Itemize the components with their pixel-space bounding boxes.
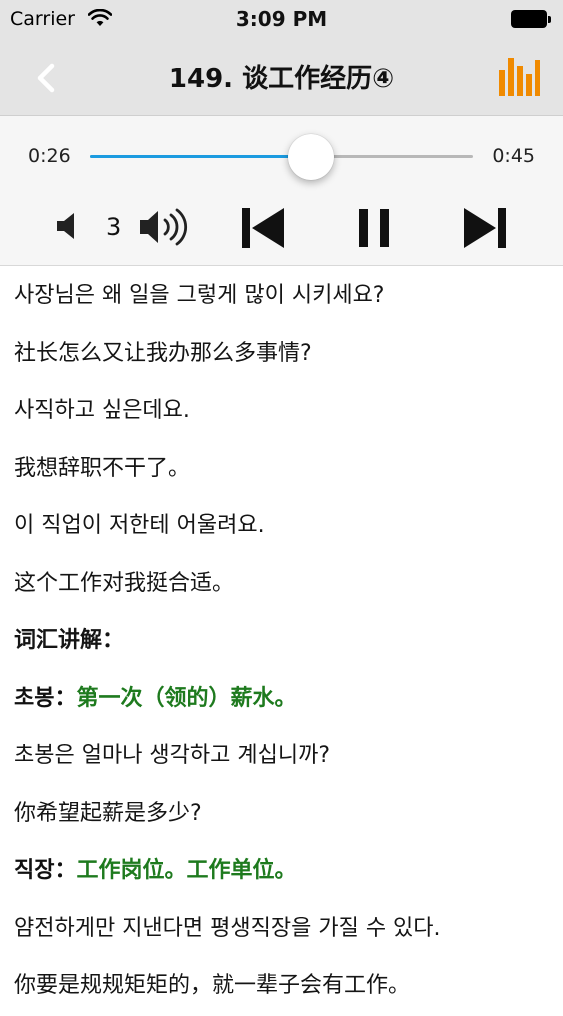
vocab-entry: 직장：工作岗位。工作单位。 [14,841,554,899]
sentence-korean: 사직하고 싶은데요. [14,398,190,423]
status-time: 3:09 PM [235,7,328,31]
vocab-term: 초봉： [14,685,77,711]
vocab-definition: 第一次（领的）薪水。 [76,685,297,711]
sentence-korean: 얌전하게만 지낸다면 평생직장을 가질 수 있다. [14,915,441,941]
current-time: 0:26 [28,145,71,167]
progress-fill [90,155,312,158]
volume-down-icon[interactable] [54,211,84,241]
vocab-definition: 工作岗位。工作单位。 [76,858,297,883]
sentence-chinese: 我想辞职不干了。 [14,455,191,481]
pause-icon[interactable] [356,206,392,250]
vocab-term: 직장： [14,858,77,883]
total-time: 0:45 [492,145,535,167]
progress-thumb[interactable] [288,134,335,180]
playlist-bars-icon[interactable] [497,54,541,98]
sentence-korean: 초봉은 얼마나 생각하고 계십니까? [14,743,331,768]
volume-level: 3 [106,213,122,241]
sentence-chinese: 你希望起薪是多少? [14,800,202,826]
audio-player: 0:26 0:45 3 [0,116,563,266]
vocab-heading: 词汇讲解： [14,628,125,653]
previous-track-icon[interactable] [240,206,286,250]
page-title: 149. 谈工作经历④ [168,64,395,94]
next-track-icon[interactable] [462,206,508,250]
volume-up-icon[interactable] [138,208,190,246]
progress-slider[interactable] [90,134,473,180]
status-bar: Carrier 3:09 PM [0,0,563,40]
sentence-chinese: 这个工作对我挺合适。 [14,570,235,596]
sentence-korean: 이 직업이 저한테 어울려요. [14,513,265,538]
sentence-korean: 사장님은 왜 일을 그렇게 많이 시키세요? [14,283,385,308]
lesson-content: 사장님은 왜 일을 그렇게 많이 시키세요? 社长怎么又让我办那么多事情? 사직… [14,266,554,1014]
header: Carrier 3:09 PM 149. 谈工作经历④ [0,0,563,116]
vocab-entry: 초봉：第一次（领的）薪水。 [14,669,554,727]
sentence-chinese: 社长怎么又让我办那么多事情? [14,340,312,366]
battery-icon [511,10,551,28]
sentence-chinese: 你要是规规矩矩的，就一辈子会有工作。 [14,973,411,998]
